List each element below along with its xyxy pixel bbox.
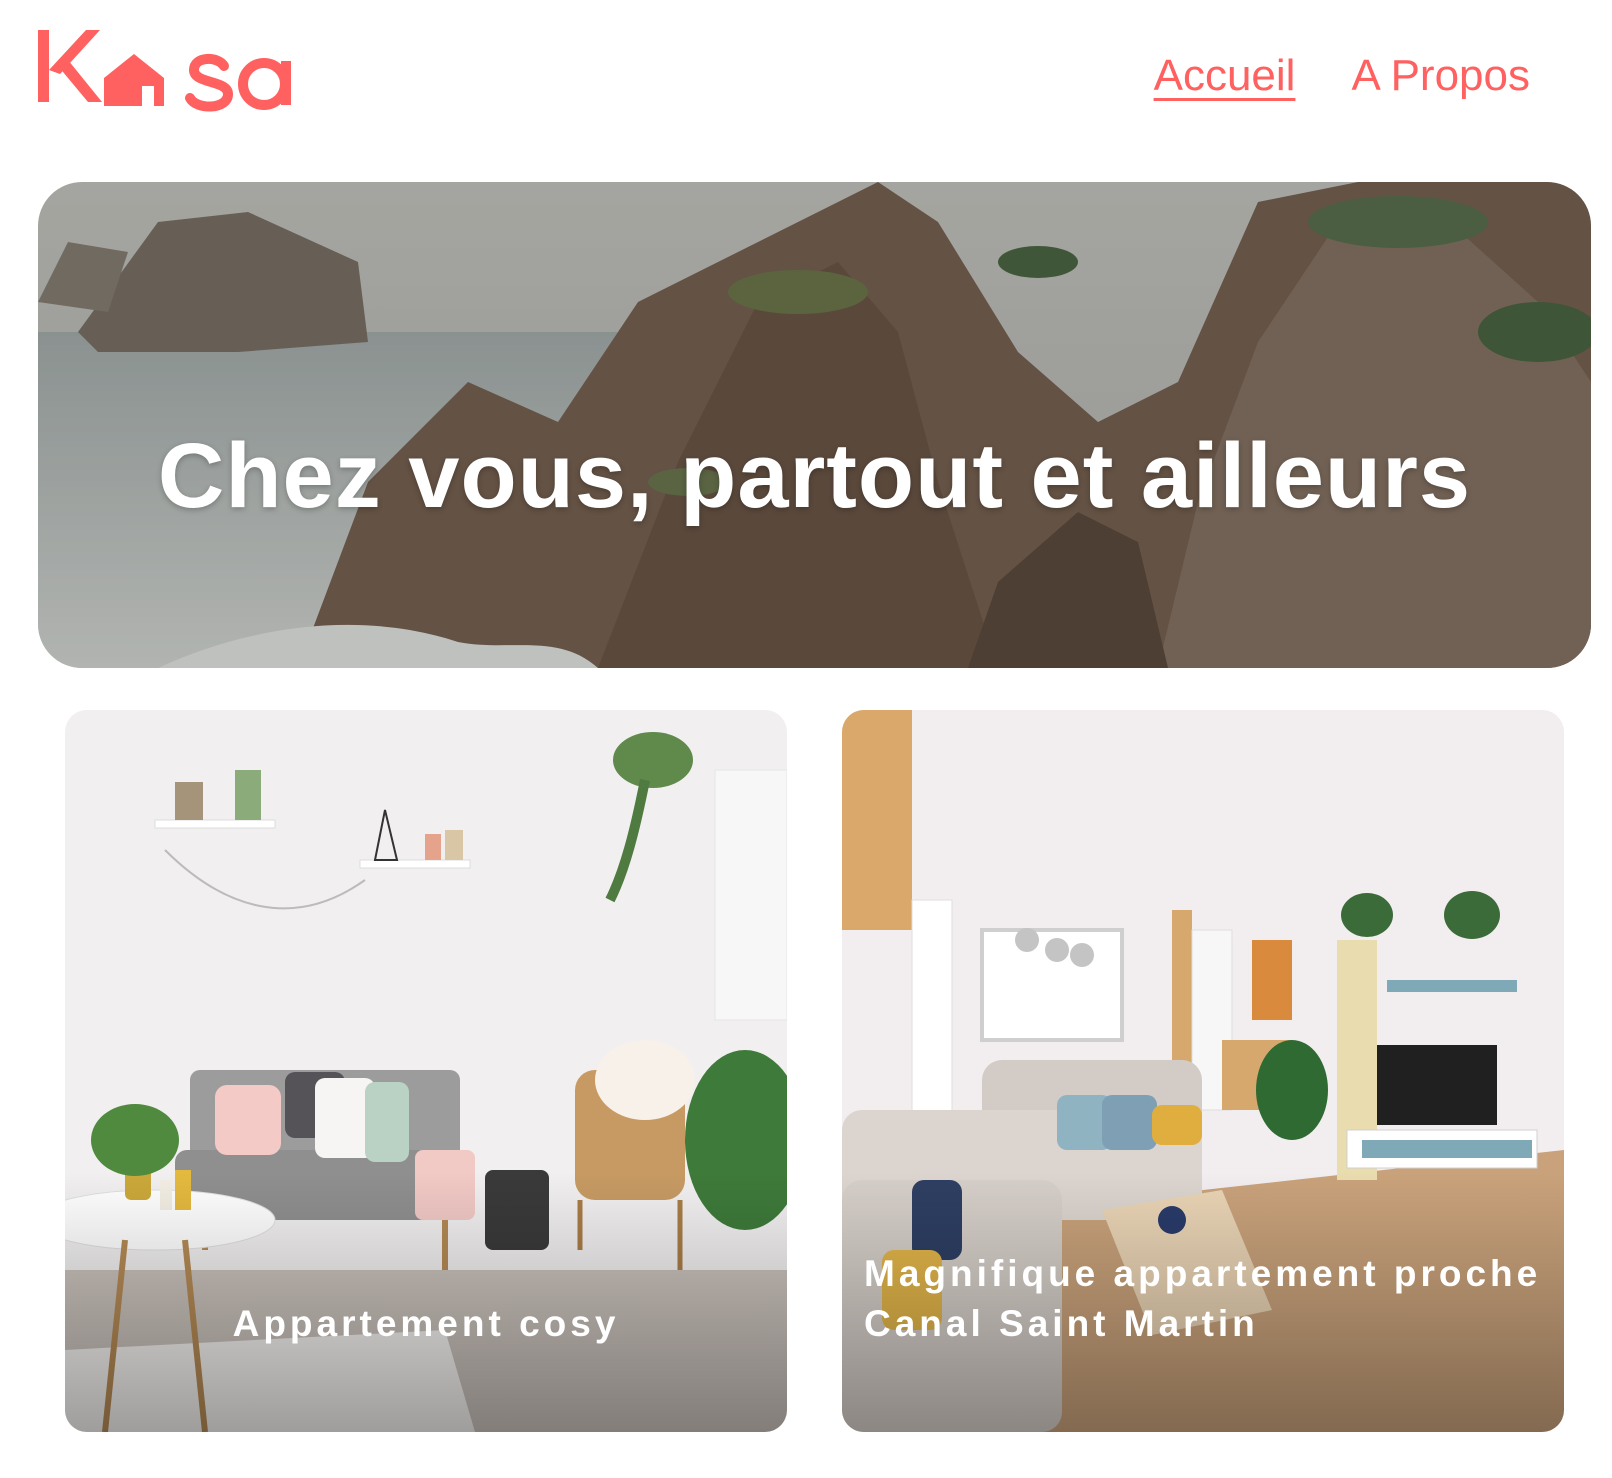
listing-title: Magnifique appartement proche Canal Sain… bbox=[864, 1253, 1542, 1345]
kasa-logo[interactable] bbox=[38, 26, 308, 116]
listing-card[interactable]: Appartement cosy bbox=[65, 710, 787, 1432]
nav-link-a-propos[interactable]: A Propos bbox=[1351, 48, 1530, 104]
hero-banner: Chez vous, partout et ailleurs bbox=[38, 182, 1591, 668]
banner-title: Chez vous, partout et ailleurs bbox=[157, 424, 1472, 527]
kasa-logo-graphic bbox=[38, 30, 291, 112]
listing-card[interactable]: Magnifique appartement proche Canal Sain… bbox=[842, 710, 1564, 1432]
main-nav: Accueil A Propos bbox=[1154, 48, 1530, 104]
site-header: Accueil A Propos bbox=[0, 0, 1612, 160]
nav-link-accueil[interactable]: Accueil bbox=[1154, 48, 1296, 104]
listing-title: Appartement cosy bbox=[232, 1303, 620, 1345]
